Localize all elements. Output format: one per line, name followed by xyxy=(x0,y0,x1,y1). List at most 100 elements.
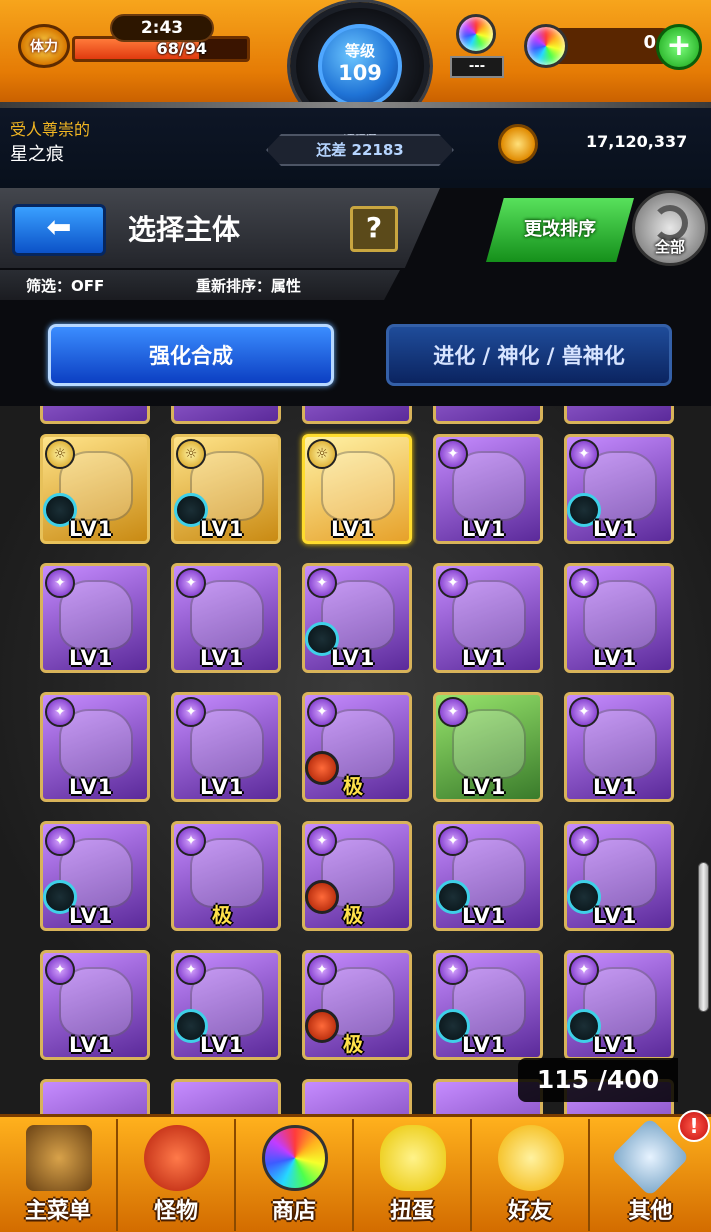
dark-element-icon: ✦ xyxy=(438,439,468,469)
level-label: LV1 xyxy=(593,775,638,799)
monster-card[interactable]: ✦ LV1 xyxy=(171,692,281,802)
reorder-button[interactable]: 更改排序 xyxy=(486,198,634,262)
dark-element-icon: ✦ xyxy=(176,955,206,985)
monster-card-partial[interactable] xyxy=(171,1079,281,1114)
dark-element-icon: ✦ xyxy=(176,826,206,856)
dark-element-icon: ✦ xyxy=(438,826,468,856)
header-plate: ⬅ 选择主体 ? xyxy=(0,188,440,268)
nav-shop[interactable]: 商店 xyxy=(236,1119,354,1231)
box-count: 115 /400 xyxy=(518,1058,678,1102)
level-label: LV1 xyxy=(462,775,507,799)
dark-element-icon: ✦ xyxy=(569,955,599,985)
player-info-band: 受人尊崇的 星之痕 经验值 还差 22183 17,120,337 xyxy=(0,108,711,188)
dark-element-icon: ✦ xyxy=(438,955,468,985)
level-label: LV1 xyxy=(462,1033,507,1057)
monster-card[interactable]: ✦ LV1 xyxy=(433,821,543,931)
level-label: LV1 xyxy=(69,1033,114,1057)
dark-element-icon: ✦ xyxy=(307,697,337,727)
light-element-icon: ☼ xyxy=(176,439,206,469)
nav-friends[interactable]: 好友 xyxy=(472,1119,590,1231)
dark-element-icon: ✦ xyxy=(438,568,468,598)
gold-count: 17,120,337 xyxy=(586,132,688,151)
level-label: 等级 xyxy=(344,42,375,60)
level-label: LV1 xyxy=(462,904,507,928)
monster-card[interactable]: ✦ LV1 xyxy=(40,692,150,802)
level-label: LV1 xyxy=(200,517,245,541)
gacha-orb-icon[interactable] xyxy=(456,14,496,54)
monster-card[interactable]: ✦ LV1 xyxy=(302,563,412,673)
monster-card[interactable]: ✦ LV1 xyxy=(40,821,150,931)
filter-toggle[interactable]: 筛选：OFF xyxy=(26,275,104,296)
nav-gacha[interactable]: 扭蛋 xyxy=(354,1119,472,1231)
nav-main-menu[interactable]: 主菜单 xyxy=(0,1119,118,1231)
tab-power-up[interactable]: 强化合成 xyxy=(48,324,334,386)
player-title: 受人尊崇的 xyxy=(10,120,91,139)
stamina-icon: 体力 xyxy=(18,24,70,68)
monster-card[interactable]: ✦ LV1 xyxy=(171,563,281,673)
dark-element-icon: ✦ xyxy=(45,955,75,985)
monster-card[interactable]: ✦ 极 xyxy=(171,821,281,931)
monster-card[interactable]: ✦ LV1 xyxy=(564,563,674,673)
monster-card[interactable]: ✦ LV1 xyxy=(564,950,674,1060)
all-button[interactable]: 全部 xyxy=(632,190,708,266)
monster-card[interactable]: ☼ LV1 xyxy=(40,434,150,544)
tab-bar: 强化合成 进化 / 神化 / 兽神化 xyxy=(0,306,711,406)
nav-gacha-label: 扭蛋 xyxy=(389,1199,434,1224)
back-button[interactable]: ⬅ xyxy=(12,204,106,256)
player-name: 星之痕 xyxy=(10,144,64,165)
dark-element-icon: ✦ xyxy=(569,697,599,727)
all-label: 全部 xyxy=(654,238,685,256)
monster-icon xyxy=(144,1125,210,1191)
dark-element-icon: ✦ xyxy=(307,568,337,598)
sort-order[interactable]: 重新排序：属性 xyxy=(196,275,301,296)
nav-main-menu-label: 主菜单 xyxy=(24,1199,91,1224)
monster-card[interactable]: ✦ LV1 xyxy=(564,692,674,802)
monster-card[interactable]: ✦ LV1 xyxy=(433,434,543,544)
monster-card[interactable]: ✦ 极 xyxy=(302,692,412,802)
buy-orbs-button[interactable]: + xyxy=(656,24,702,70)
monster-card-partial[interactable] xyxy=(40,1079,150,1114)
level-label: LV1 xyxy=(69,646,114,670)
monster-card-partial[interactable] xyxy=(171,406,281,424)
filter-strip: 筛选：OFF 重新排序：属性 xyxy=(0,270,400,300)
bottom-nav: 主菜单 怪物 商店 扭蛋 好友 其他 xyxy=(0,1114,711,1232)
monster-card[interactable]: ✦ LV1 xyxy=(433,563,543,673)
monster-card[interactable]: ✦ LV1 xyxy=(171,950,281,1060)
level-label: LV1 xyxy=(462,517,507,541)
scrollbar[interactable] xyxy=(698,862,709,1012)
fruit-icon xyxy=(305,1009,339,1043)
monster-card-partial[interactable] xyxy=(564,406,674,424)
tab-evolve[interactable]: 进化 / 神化 / 兽神化 xyxy=(386,324,672,386)
monster-card-partial[interactable] xyxy=(40,406,150,424)
level-label: LV1 xyxy=(200,775,245,799)
monster-card[interactable]: ✦ 极 xyxy=(302,950,412,1060)
stamina-timer: 2:43 xyxy=(110,14,214,42)
light-element-icon: ☼ xyxy=(307,439,337,469)
help-button[interactable]: ? xyxy=(350,206,398,252)
max-label: 极 xyxy=(343,774,363,798)
notification-badge: ! xyxy=(678,1110,710,1142)
dark-element-icon: ✦ xyxy=(569,568,599,598)
level-label: LV1 xyxy=(331,517,376,541)
dark-element-icon: ✦ xyxy=(307,826,337,856)
monster-card-partial[interactable] xyxy=(302,1079,412,1114)
max-label: 极 xyxy=(212,903,232,927)
monster-card[interactable]: ✦ LV1 xyxy=(564,434,674,544)
dark-element-icon: ✦ xyxy=(45,826,75,856)
monster-card-partial[interactable] xyxy=(433,406,543,424)
dark-element-icon: ✦ xyxy=(569,439,599,469)
monster-card[interactable]: ☼ LV1 xyxy=(302,434,412,544)
nav-monsters[interactable]: 怪物 xyxy=(118,1119,236,1231)
stamina-value: 68/94 xyxy=(156,39,207,58)
monster-card[interactable]: ✦ LV1 xyxy=(433,950,543,1060)
monster-card[interactable]: ✦ LV1 xyxy=(40,563,150,673)
monster-card[interactable]: ✦ LV1 xyxy=(40,950,150,1060)
monster-card[interactable]: ☼ LV1 xyxy=(171,434,281,544)
level-label: LV1 xyxy=(200,646,245,670)
monster-card[interactable]: ✦ LV1 xyxy=(433,692,543,802)
monster-card-partial[interactable] xyxy=(302,406,412,424)
gold-coin-icon xyxy=(498,124,538,164)
monster-card[interactable]: ✦ LV1 xyxy=(564,821,674,931)
dark-element-icon: ✦ xyxy=(569,826,599,856)
monster-card[interactable]: ✦ 极 xyxy=(302,821,412,931)
